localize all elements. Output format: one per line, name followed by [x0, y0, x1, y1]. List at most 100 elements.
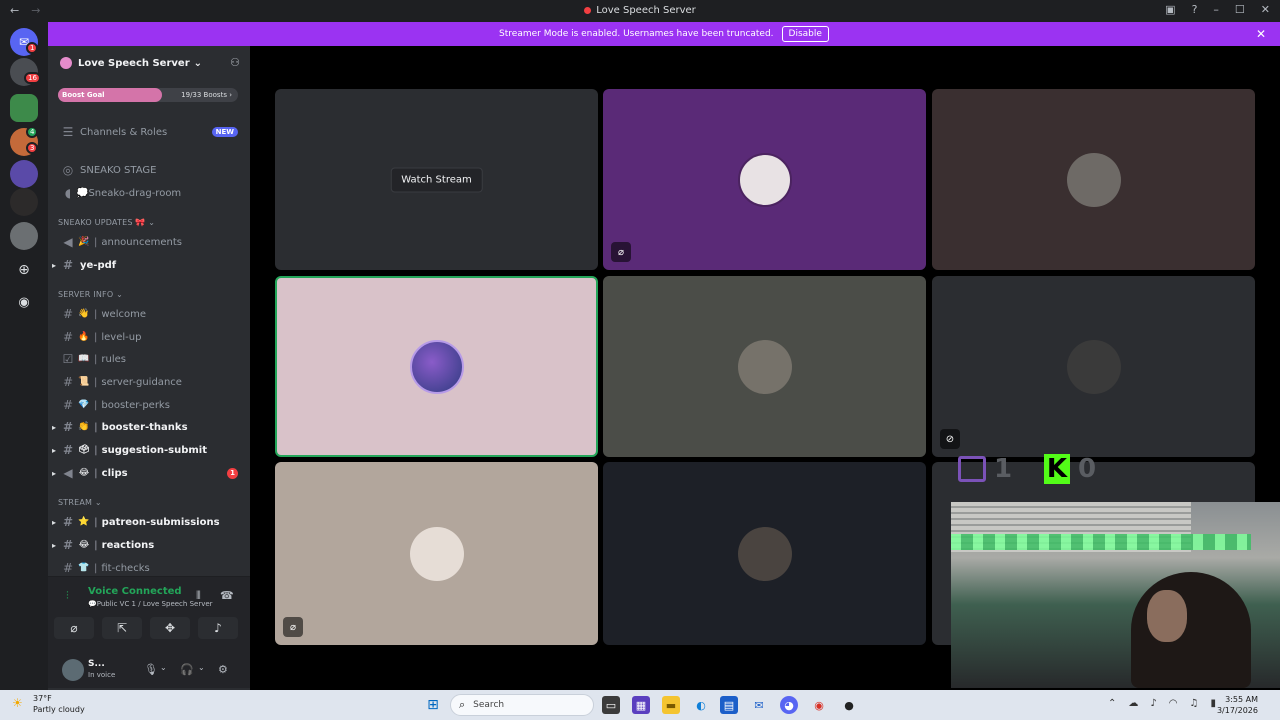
discord-home-icon[interactable]: ✉ 1: [10, 28, 39, 56]
participant-tile-speaking[interactable]: [275, 276, 598, 457]
server-icon-5[interactable]: [10, 188, 38, 216]
headphones-icon[interactable]: 🎧: [180, 663, 194, 676]
volume-icon[interactable]: ♫: [1190, 698, 1199, 709]
avatar: [737, 152, 792, 207]
server-header[interactable]: Love Speech Server ⌄ ⚇: [48, 46, 250, 80]
clips-channel[interactable]: ▸ ◀ 😂 | clips 1: [48, 463, 250, 483]
chrome-icon[interactable]: ◉: [810, 696, 828, 714]
edge-icon[interactable]: ◐: [692, 696, 710, 714]
category-updates-label: SNEAKO UPDATES 🎀: [58, 218, 146, 227]
chevron-up-icon[interactable]: ⌃: [1108, 698, 1116, 709]
clips-label: clips: [101, 467, 128, 479]
participant-tile[interactable]: ⊘: [932, 276, 1255, 457]
gear-icon[interactable]: ⚙: [218, 663, 228, 676]
avatar: [409, 526, 464, 581]
voice-location[interactable]: 💬Public VC 1 / Love Speech Server: [88, 600, 213, 608]
chevron-down-icon[interactable]: ⌄: [198, 663, 205, 672]
booster-thanks-channel[interactable]: ▸ # 👏 | booster-thanks: [48, 417, 250, 437]
maximize-button[interactable]: ☐: [1235, 3, 1245, 16]
banner-close-icon[interactable]: ✕: [1256, 27, 1266, 41]
led-strip: [951, 534, 1251, 550]
server-icon-6[interactable]: [10, 222, 38, 250]
chevron-down-icon[interactable]: ⌄: [160, 663, 167, 672]
patreon-channel[interactable]: ▸ # ⭐ | patreon-submissions: [48, 512, 250, 532]
reactions-channel[interactable]: ▸ # 😂 | reactions: [48, 535, 250, 555]
channels-roles-item[interactable]: ☰ Channels & Roles NEW: [48, 122, 250, 142]
wifi-icon[interactable]: ◠: [1169, 698, 1178, 709]
start-icon[interactable]: ⊞: [424, 696, 442, 714]
participant-tile[interactable]: [603, 276, 926, 457]
battery-icon[interactable]: ▮: [1210, 698, 1216, 709]
ye-pdf-channel[interactable]: ▸ # ye-pdf: [48, 255, 250, 275]
stage-channel[interactable]: ◎ SNEAKO STAGE: [48, 160, 250, 180]
watch-stream-button[interactable]: Watch Stream: [390, 167, 483, 192]
participant-tile[interactable]: [603, 462, 926, 645]
window-title: Love Speech Server: [0, 5, 1280, 16]
announcements-channel[interactable]: ◀ 🎉 | announcements: [48, 232, 250, 252]
onedrive-icon[interactable]: ☁: [1128, 698, 1138, 709]
category-server-info[interactable]: SERVER INFO ⌄: [58, 290, 123, 299]
hash-icon: #: [62, 443, 74, 457]
soundboard-button[interactable]: ♪: [198, 617, 238, 639]
clock-date: 3/17/2026: [1216, 706, 1258, 715]
teams-icon[interactable]: ▦: [632, 696, 650, 714]
discover-icon[interactable]: ◉: [10, 288, 38, 316]
obs-icon[interactable]: ●: [840, 696, 858, 714]
camera-off-button[interactable]: ⌀: [54, 617, 94, 639]
signal-icon[interactable]: ⫶: [66, 589, 78, 602]
discord-taskbar-icon[interactable]: ◕: [780, 696, 798, 714]
drag-room-channel[interactable]: ◖ 💭Sneako-drag-room: [48, 183, 250, 203]
level-up-channel[interactable]: # 🔥 | level-up: [48, 327, 250, 347]
boost-goal-bar[interactable]: Boost Goal 19/33 Boosts ›: [58, 88, 238, 102]
inbox-icon[interactable]: ▣: [1165, 3, 1175, 16]
booster-perks-channel[interactable]: # 💎 | booster-perks: [48, 395, 250, 415]
clock[interactable]: 3:55 AM 3/17/2026: [1217, 694, 1258, 716]
server-icon-1[interactable]: 16: [10, 58, 41, 86]
help-icon[interactable]: ?: [1192, 3, 1198, 16]
category-updates[interactable]: SNEAKO UPDATES 🎀 ⌄: [58, 218, 155, 227]
invite-icon[interactable]: ⚇: [230, 56, 240, 69]
welcome-channel[interactable]: # 👋 | welcome: [48, 304, 250, 324]
list-icon: ☰: [62, 125, 74, 139]
suggestion-submit-channel[interactable]: ▸ # 🗳 | suggestion-submit: [48, 440, 250, 460]
category-server-info-label: SERVER INFO: [58, 290, 114, 299]
discord-app: ← → Love Speech Server ▣ ? – ☐ ✕ ✉ 1 16 4…: [0, 0, 1280, 690]
task-view-icon[interactable]: ▭: [602, 696, 620, 714]
outlook-icon[interactable]: ✉: [750, 696, 768, 714]
hash-icon: #: [62, 375, 74, 389]
server-icon-2[interactable]: [10, 94, 38, 122]
announcements-label: announcements: [101, 236, 182, 248]
close-window-button[interactable]: ✕: [1261, 3, 1270, 16]
avatar[interactable]: [62, 659, 84, 681]
file-explorer-icon[interactable]: ▬: [662, 696, 680, 714]
search-box[interactable]: ⌕ Search: [450, 694, 594, 716]
stream-tile[interactable]: Watch Stream: [275, 89, 598, 270]
disconnect-icon[interactable]: ☎: [220, 589, 234, 602]
screen-share-button[interactable]: ⇱: [102, 617, 142, 639]
add-server-icon[interactable]: ⊕: [10, 256, 38, 284]
minimize-button[interactable]: –: [1213, 3, 1219, 16]
mic-tray-icon[interactable]: ♪: [1150, 698, 1156, 709]
store-icon[interactable]: ▤: [720, 696, 738, 714]
rules-channel[interactable]: ☑ 📖 | rules: [48, 349, 250, 369]
noise-suppression-icon[interactable]: ⦀: [196, 589, 201, 603]
participant-tile[interactable]: ⌀: [275, 462, 598, 645]
participant-tile[interactable]: [932, 89, 1255, 270]
server-guidance-channel[interactable]: # 📜 | server-guidance: [48, 372, 250, 392]
disable-button[interactable]: Disable: [781, 26, 829, 42]
server-icon-4[interactable]: [10, 160, 38, 188]
voice-status[interactable]: Voice Connected: [88, 586, 182, 597]
server-icon-3[interactable]: 43: [10, 126, 39, 156]
system-tray: ⌃ ☁ ♪ ◠ ♫ ▮: [1108, 698, 1216, 709]
microphone-icon[interactable]: 🎙: [144, 663, 158, 676]
window-title-text: Love Speech Server: [596, 5, 696, 16]
participant-tile[interactable]: ⌀: [603, 89, 926, 270]
fit-checks-channel[interactable]: # 👕 | fit-checks: [48, 558, 250, 578]
avatar: [737, 526, 792, 581]
hash-icon: #: [62, 515, 74, 529]
box-emoji-icon: 🗳: [78, 445, 90, 455]
category-stream[interactable]: STREAM ⌄: [58, 498, 102, 507]
laugh-emoji-icon: 😂: [78, 540, 90, 550]
activities-button[interactable]: ✥: [150, 617, 190, 639]
avatar: [409, 339, 464, 394]
